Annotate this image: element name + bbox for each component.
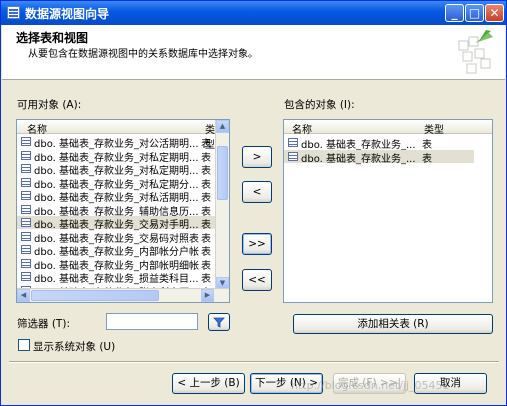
table-icon [21,258,31,268]
table-icon [21,150,31,160]
maximize-button[interactable]: □ [465,4,484,22]
table-icon [21,177,31,187]
scroll-up-arrow-icon[interactable]: ▲ [216,120,229,133]
item-name: dbo. 基础表_存款业务_... [301,154,416,165]
list-item[interactable]: dbo. 基础表_存款业务_辅助信息历... 表 [17,203,215,218]
page-subtitle: 从要包含在数据源视图中的关系数据库中选择对象。 [28,49,258,60]
filter-label: 筛选器 (T): [17,318,70,330]
remove-all-button[interactable]: << [242,269,272,291]
scroll-thumb[interactable] [217,146,228,200]
list-item[interactable]: dbo. 基础表_存款业务_对公活期明... 表 [17,135,215,150]
add-all-button[interactable]: >> [242,233,272,255]
hscroll-thumb[interactable] [31,290,159,301]
list-item[interactable]: dbo. 基础表_存款业务_... 表 [284,136,474,151]
table-icon [288,138,298,147]
table-icon [21,245,31,254]
table-icon [21,218,31,227]
add-related-tables-button[interactable]: 添加相关表 (R) [293,314,493,334]
funnel-icon [213,317,225,328]
window-title: 数据源视图向导 [25,7,110,21]
table-icon [21,231,31,241]
included-objects-list[interactable]: 名称 类型 dbo. 基础表_存款业务_... 表 dbo. 基础表_存款业务_..… [283,119,493,303]
table-icon [288,152,298,161]
close-button[interactable]: ✕ [485,4,504,22]
item-type: 表 [422,140,432,151]
list-item[interactable]: dbo. 基础表_存款业务_内部帐分户帐表 [17,243,215,258]
list-item[interactable]: dbo. 基础表_存款业务_内部帐明细帐表 [17,257,215,272]
included-objects-label: 包含的对象 (I): [284,99,355,111]
watermark: http://blog.csdn.net/jj_05451 [291,379,450,392]
filter-button[interactable] [208,313,230,331]
column-name-header[interactable]: 名称 [27,121,47,136]
column-name-header[interactable]: 名称 [292,121,312,136]
back-button[interactable]: < 上一步 (B) [172,373,245,394]
wizard-window: 数据源视图向导 _ □ ✕ 选择表和视图 从要包含在数据源视图中的关系数据库中选… [0,0,507,406]
list-header: 名称 类型 [284,120,492,136]
scroll-right-arrow-icon[interactable]: ▶ [201,289,214,302]
show-system-objects-checkbox[interactable] [18,339,30,351]
table-icon [21,272,31,281]
list-header: 名称 类型 [17,120,217,151]
available-vertical-scrollbar[interactable]: ▲ ▼ [215,120,229,290]
list-item[interactable]: dbo. 基础表_存款业务_对私定期明... 表 [17,162,215,177]
wizard-cube-icon [458,30,493,74]
table-icon [21,191,31,200]
table-icon [21,164,31,173]
add-button[interactable]: > [242,146,272,168]
list-item[interactable]: dbo. 基础表_存款业务_交易对手明... 表 [17,216,215,231]
list-item[interactable]: dbo. 基础表_存款业务_交易码对照表表 [17,230,215,245]
wizard-header: 选择表和视图 从要包含在数据源视图中的关系数据库中选择对象。 [2,25,505,80]
footer-separator [9,361,499,363]
remove-button[interactable]: < [242,181,272,203]
window-icon [7,6,20,19]
table-icon [21,204,31,214]
available-objects-list[interactable]: 名称 类型 dbo. 基础表_存款业务_对公活期明... 表 dbo. 基础表_存款… [16,119,230,303]
item-name: dbo. 基础表_存款业务_... [301,140,416,151]
list-item[interactable]: dbo. 基础表_存款业务_对私定期明... 表 [17,149,215,164]
list-item[interactable]: dbo. 基础表_存款业务_... 表 [284,150,474,165]
page-title: 选择表和视图 [16,31,89,45]
item-type: 表 [422,154,432,165]
list-item[interactable]: dbo. 基础表_存款业务_损益类科目... 表 [17,270,215,285]
column-type-header[interactable]: 类型 [424,121,444,136]
table-icon [21,137,31,146]
available-horizontal-scrollbar[interactable]: ◀ ▶ [17,288,229,302]
filter-input[interactable] [106,313,198,330]
show-system-objects-label: 显示系统对象 (U) [33,341,116,353]
list-item[interactable]: dbo. 基础表_存款业务_对私活期明... 表 [17,189,215,204]
minimize-button[interactable]: _ [445,4,464,22]
title-bar[interactable]: 数据源视图向导 _ □ ✕ [1,1,506,25]
scroll-left-arrow-icon[interactable]: ◀ [17,289,30,302]
list-item[interactable]: dbo. 基础表_存款业务_对私定期分... 表 [17,176,215,191]
available-objects-label: 可用对象 (A): [17,99,82,111]
